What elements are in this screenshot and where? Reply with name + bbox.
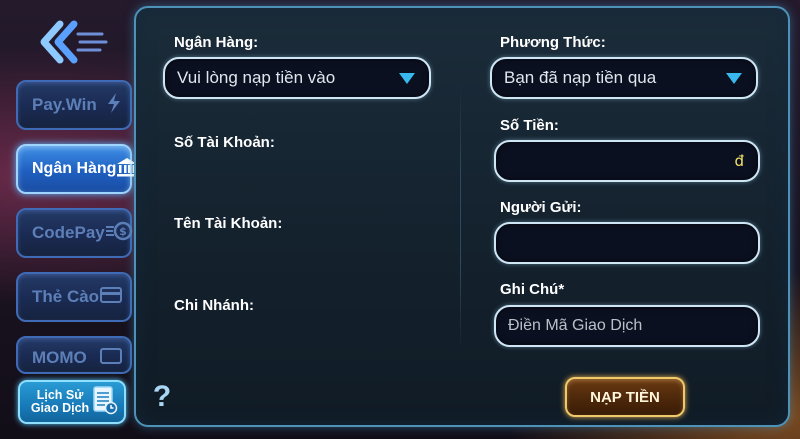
tab-codepay-label: CodePay xyxy=(32,223,105,242)
lightning-icon xyxy=(106,92,122,119)
branch-label: Chi Nhánh: xyxy=(174,297,254,314)
account-name-label: Tên Tài Khoản: xyxy=(174,215,283,232)
help-icon[interactable]: ? xyxy=(150,380,174,414)
method-label: Phương Thức: xyxy=(500,34,606,51)
note-placeholder: Điền Mã Giao Dịch xyxy=(508,317,643,334)
amount-label: Số Tiền: xyxy=(500,117,559,134)
amount-input[interactable]: đ xyxy=(494,140,760,182)
tab-scratch-card[interactable]: Thẻ Cào xyxy=(16,272,132,322)
card-icon xyxy=(100,286,122,308)
transaction-history-button[interactable]: Lịch Sử Giao Dịch xyxy=(18,380,126,424)
tab-scratch-card-label: Thẻ Cào xyxy=(32,287,100,306)
account-number-label: Số Tài Khoản: xyxy=(174,134,275,151)
receipt-icon xyxy=(92,385,118,419)
note-input[interactable]: Điền Mã Giao Dịch xyxy=(494,305,760,347)
deposit-submit-button[interactable]: NẠP TIỀN xyxy=(565,377,685,417)
column-divider xyxy=(460,84,461,354)
tab-paywin-label: Pay.Win xyxy=(32,95,97,114)
double-chevron-left-icon xyxy=(40,20,108,64)
tab-momo-label: MOMO xyxy=(32,348,87,367)
tab-codepay[interactable]: CodePay $ xyxy=(16,208,132,258)
deposit-submit-label: NẠP TIỀN xyxy=(590,388,660,406)
sender-input[interactable] xyxy=(494,222,760,264)
transaction-history-label: Lịch Sử Giao Dịch xyxy=(28,389,92,415)
history-label-line2: Giao Dịch xyxy=(30,401,90,415)
tab-bank[interactable]: Ngân Hàng xyxy=(16,144,138,194)
dropdown-arrow-icon xyxy=(399,72,415,84)
tab-paywin[interactable]: Pay.Win xyxy=(16,80,132,130)
coin-icon: $ xyxy=(105,220,133,247)
tab-momo[interactable]: MOMO xyxy=(16,336,132,374)
bank-label: Ngân Hàng: xyxy=(174,34,259,51)
bank-select[interactable]: Vui lòng nạp tiền vào xyxy=(163,57,431,99)
sender-label: Người Gửi: xyxy=(500,199,582,216)
method-select[interactable]: Bạn đã nạp tiền qua xyxy=(490,57,758,99)
bank-select-value: Vui lòng nạp tiền vào xyxy=(177,68,336,87)
back-button[interactable] xyxy=(38,18,110,66)
dropdown-arrow-icon xyxy=(726,72,742,84)
wallet-icon xyxy=(100,348,122,369)
svg-text:$: $ xyxy=(119,225,127,238)
method-select-value: Bạn đã nạp tiền qua xyxy=(504,68,657,87)
currency-symbol: đ xyxy=(734,152,744,170)
tab-bank-label: Ngân Hàng xyxy=(32,160,117,177)
note-label: Ghi Chú* xyxy=(500,281,565,298)
